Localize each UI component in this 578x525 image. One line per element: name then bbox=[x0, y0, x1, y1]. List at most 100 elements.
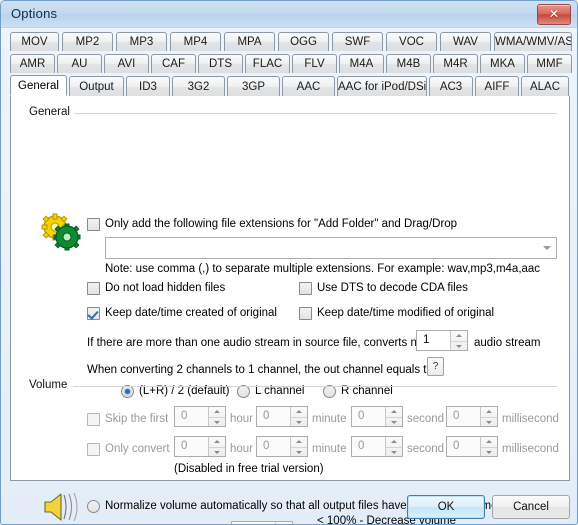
skip-first-checkbox[interactable] bbox=[87, 413, 100, 426]
tab-amr[interactable]: AMR bbox=[10, 54, 55, 73]
tab-m4b[interactable]: M4B bbox=[386, 54, 431, 73]
tab-output[interactable]: Output bbox=[69, 76, 124, 97]
extensions-combobox[interactable] bbox=[105, 237, 557, 259]
tab-ac3[interactable]: AC3 bbox=[429, 76, 473, 97]
spinner-down-icon[interactable] bbox=[291, 416, 307, 428]
extensions-input[interactable] bbox=[109, 240, 541, 258]
only-hour-spinner-buttons[interactable] bbox=[208, 437, 225, 456]
spinner-down-icon[interactable] bbox=[209, 446, 225, 458]
options-window: Options ✕ MOV MP2 MP3 MP4 MPA OGG SWF VOC WAV WMA… bbox=[0, 0, 578, 525]
title-bar: Options ✕ bbox=[1, 1, 577, 28]
tab-mp4[interactable]: MP4 bbox=[170, 32, 221, 51]
spinner-up-icon[interactable] bbox=[481, 437, 497, 447]
window-title: Options bbox=[11, 6, 58, 21]
spinner-up-icon[interactable] bbox=[386, 407, 402, 417]
spinner-up-icon[interactable] bbox=[386, 437, 402, 447]
only-millisecond-spinner[interactable]: 0 bbox=[446, 436, 498, 457]
tab-mp3[interactable]: MP3 bbox=[116, 32, 167, 51]
tab-label: AIFF bbox=[484, 81, 510, 93]
spinner-down-icon[interactable] bbox=[386, 416, 402, 428]
skip-minute-spinner[interactable]: 0 bbox=[256, 406, 308, 427]
tab-label: FLAC bbox=[252, 58, 283, 70]
use-dts-checkbox[interactable] bbox=[299, 282, 312, 295]
spinner-up-icon[interactable] bbox=[291, 437, 307, 447]
tab-caf[interactable]: CAF bbox=[151, 54, 196, 73]
tab-alac[interactable]: ALAC bbox=[521, 76, 569, 97]
audio-stream-spinner[interactable]: 1 bbox=[416, 330, 468, 351]
tab-mov[interactable]: MOV bbox=[10, 32, 59, 51]
adjust-volume-spinner[interactable]: 100 bbox=[231, 521, 293, 524]
tab-aiff[interactable]: AIFF bbox=[475, 76, 519, 97]
tab-aac[interactable]: AAC bbox=[282, 76, 335, 97]
tab-label: AMR bbox=[19, 58, 46, 70]
tab-au[interactable]: AU bbox=[57, 54, 102, 73]
tab-label: 3G2 bbox=[187, 81, 210, 93]
tab-voc[interactable]: VOC bbox=[386, 32, 437, 51]
tab-wma-wmv-asf[interactable]: WMA/WMV/ASF bbox=[494, 32, 572, 51]
skip-second-spinner[interactable]: 0 bbox=[351, 406, 403, 427]
spinner-down-icon[interactable] bbox=[209, 416, 225, 428]
tab-dts[interactable]: DTS bbox=[198, 54, 243, 73]
keep-created-label: Keep date/time created of original bbox=[105, 307, 277, 319]
tab-ogg[interactable]: OGG bbox=[278, 32, 329, 51]
spinner-down-icon[interactable] bbox=[481, 446, 497, 458]
only-millisecond-spinner-buttons[interactable] bbox=[480, 437, 497, 456]
keep-created-checkbox[interactable] bbox=[87, 307, 100, 320]
tab-label: MMF bbox=[536, 58, 563, 70]
skip-second-spinner-buttons[interactable] bbox=[385, 407, 402, 426]
ok-button[interactable]: OK bbox=[407, 495, 485, 519]
spinner-down-icon[interactable] bbox=[386, 446, 402, 458]
tab-flv[interactable]: FLV bbox=[292, 54, 337, 73]
general-group-rule bbox=[73, 113, 557, 114]
chevron-down-icon bbox=[543, 246, 551, 250]
tab-mmf[interactable]: MMF bbox=[527, 54, 572, 73]
tab-label: WMA/WMV/ASF bbox=[495, 36, 572, 48]
spinner-up-icon[interactable] bbox=[481, 407, 497, 417]
only-second-value: 0 bbox=[358, 440, 365, 452]
channel-help-button[interactable]: ? bbox=[427, 357, 444, 376]
general-group-label: General bbox=[25, 106, 74, 118]
only-minute-spinner-buttons[interactable] bbox=[290, 437, 307, 456]
only-second-spinner[interactable]: 0 bbox=[351, 436, 403, 457]
normalize-volume-radio[interactable] bbox=[87, 500, 100, 513]
tab-aac-for-ipod-dsi[interactable]: AAC for iPod/DSi bbox=[337, 76, 427, 97]
tab-id3[interactable]: ID3 bbox=[126, 76, 170, 97]
skip-hour-spinner[interactable]: 0 bbox=[174, 406, 226, 427]
skip-hour-spinner-buttons[interactable] bbox=[208, 407, 225, 426]
tab-mpa[interactable]: MPA bbox=[224, 32, 275, 51]
skip-millisecond-spinner-buttons[interactable] bbox=[480, 407, 497, 426]
tab-3gp[interactable]: 3GP bbox=[227, 76, 280, 97]
tab-avi[interactable]: AVI bbox=[104, 54, 149, 73]
tab-label: MPA bbox=[237, 36, 262, 48]
only-minute-spinner[interactable]: 0 bbox=[256, 436, 308, 457]
tab-wav[interactable]: WAV bbox=[440, 32, 491, 51]
tab-general[interactable]: General bbox=[10, 75, 67, 96]
skip-minute-spinner-buttons[interactable] bbox=[290, 407, 307, 426]
spinner-down-icon[interactable] bbox=[291, 446, 307, 458]
keep-modified-checkbox[interactable] bbox=[299, 307, 312, 320]
audio-stream-spinner-buttons[interactable] bbox=[450, 331, 467, 350]
spinner-down-icon[interactable] bbox=[481, 416, 497, 428]
spinner-down-icon[interactable] bbox=[451, 340, 467, 352]
spinner-up-icon[interactable] bbox=[209, 437, 225, 447]
tab-m4r[interactable]: M4R bbox=[433, 54, 478, 73]
spinner-up-icon[interactable] bbox=[209, 407, 225, 417]
only-hour-spinner[interactable]: 0 bbox=[174, 436, 226, 457]
tab-swf[interactable]: SWF bbox=[332, 32, 383, 51]
tab-3g2[interactable]: 3G2 bbox=[172, 76, 225, 97]
only-convert-checkbox[interactable] bbox=[87, 443, 100, 456]
cancel-button[interactable]: Cancel bbox=[492, 495, 570, 519]
only-add-extensions-checkbox[interactable] bbox=[87, 218, 100, 231]
tab-flac[interactable]: FLAC bbox=[245, 54, 290, 73]
only-second-spinner-buttons[interactable] bbox=[385, 437, 402, 456]
close-button[interactable]: ✕ bbox=[537, 4, 571, 25]
spinner-up-icon[interactable] bbox=[291, 407, 307, 417]
tab-m4a[interactable]: M4A bbox=[339, 54, 384, 73]
spinner-up-icon[interactable] bbox=[451, 331, 467, 341]
only-millisecond-value: 0 bbox=[453, 440, 460, 452]
tab-mka[interactable]: MKA bbox=[480, 54, 525, 73]
tab-mp2[interactable]: MP2 bbox=[62, 32, 113, 51]
tab-label: 3GP bbox=[241, 81, 265, 93]
skip-millisecond-spinner[interactable]: 0 bbox=[446, 406, 498, 427]
do-not-load-hidden-checkbox[interactable] bbox=[87, 282, 100, 295]
